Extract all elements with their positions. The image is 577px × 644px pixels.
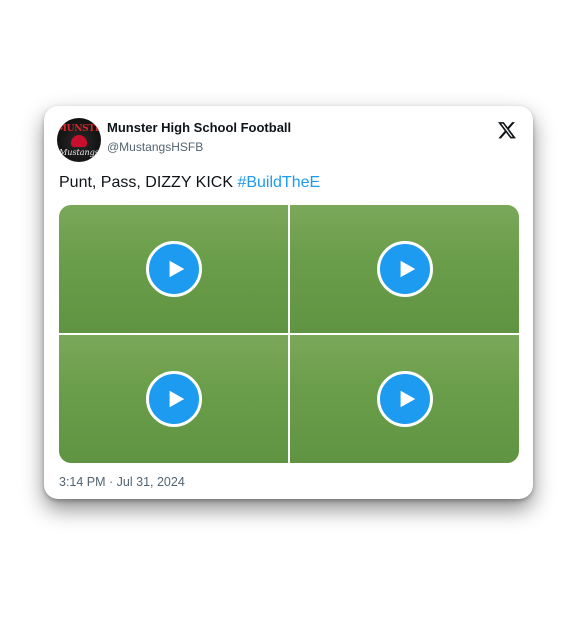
play-icon xyxy=(169,390,184,408)
play-button[interactable] xyxy=(145,241,202,297)
post-body-text: Punt, Pass, DIZZY KICK xyxy=(59,174,238,191)
media-grid xyxy=(59,205,519,463)
post-text: Punt, Pass, DIZZY KICK #BuildTheE xyxy=(59,174,320,192)
play-icon xyxy=(400,390,415,408)
play-button[interactable] xyxy=(145,371,202,427)
video-tile-4[interactable] xyxy=(290,335,519,463)
avatar-logo-text-top: MUNSTER xyxy=(57,124,101,134)
play-icon xyxy=(169,260,184,278)
avatar[interactable]: MUNSTER Mustangs xyxy=(57,118,101,162)
video-tile-3[interactable] xyxy=(59,335,288,463)
account-name[interactable]: Munster High School Football xyxy=(107,120,291,135)
play-button[interactable] xyxy=(376,371,433,427)
hashtag-link[interactable]: #BuildTheE xyxy=(237,174,320,191)
video-tile-2[interactable] xyxy=(290,205,519,333)
play-icon xyxy=(400,260,415,278)
x-logo-icon[interactable] xyxy=(497,120,517,140)
account-handle[interactable]: @MustangsHSFB xyxy=(107,140,203,154)
play-button[interactable] xyxy=(376,241,433,297)
avatar-logo-text-bottom: Mustangs xyxy=(59,148,99,157)
helmet-icon xyxy=(71,135,87,147)
post-timestamp[interactable]: 3:14 PM · Jul 31, 2024 xyxy=(59,475,185,489)
tweet-card: MUNSTER Mustangs Munster High School Foo… xyxy=(44,106,533,499)
video-tile-1[interactable] xyxy=(59,205,288,333)
